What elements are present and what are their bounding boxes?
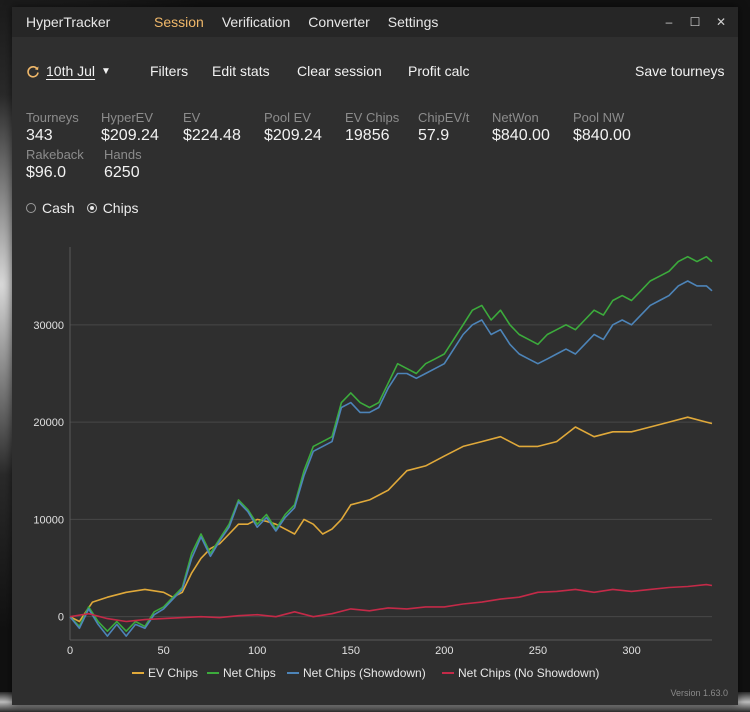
cash-radio-circle[interactable] [26,203,36,213]
nav-converter[interactable]: Converter [308,14,369,30]
app-window: HyperTracker Session Verification Conver… [12,7,738,705]
nav-verification[interactable]: Verification [222,14,290,30]
legend-label: Net Chips (Showdown) [303,666,426,680]
x-tick-label: 50 [157,645,169,657]
chevron-down-icon[interactable]: ▼ [101,66,111,77]
minimize-button[interactable]: – [656,15,682,29]
date-label[interactable]: 10th Jul [46,63,95,79]
stat-rakeback: Rakeback $96.0 [26,147,116,183]
chips-radio[interactable]: Chips [86,200,139,216]
y-tick-label: 10000 [33,514,64,526]
x-tick-label: 150 [342,645,360,657]
x-tick-label: 100 [248,645,266,657]
legend-label: Net Chips (No Showdown) [458,666,599,680]
x-tick-label: 300 [622,645,640,657]
stat-label: Pool EV [264,110,311,125]
nav-settings[interactable]: Settings [388,14,439,30]
toolbar: 10th Jul ▼ Filters Edit stats Clear sess… [12,57,738,85]
mode-selector: Cash Chips [26,200,150,216]
stat-pool-nw: Pool NW $840.00 [573,110,663,146]
filters-button[interactable]: Filters [150,63,188,79]
x-tick-label: 200 [435,645,453,657]
version-label: Version 1.63.0 [670,688,728,698]
stat-value: $224.48 [183,127,241,144]
cash-radio[interactable]: Cash [26,200,75,216]
stat-hands: Hands 6250 [104,147,194,183]
stat-value: $209.24 [101,127,159,144]
cash-radio-label[interactable]: Cash [42,200,75,216]
y-tick-label: 0 [58,612,64,624]
stat-label: Pool NW [573,110,625,125]
stat-netwon: NetWon $840.00 [492,110,582,146]
series-line-1 [69,255,713,632]
stat-label: NetWon [492,110,539,125]
stat-value: $840.00 [492,127,550,144]
legend-label: Net Chips [223,666,276,680]
x-tick-label: 250 [529,645,547,657]
close-button[interactable]: ✕ [708,15,734,29]
series-line-2 [69,280,713,637]
maximize-button[interactable]: ☐ [682,15,708,29]
chips-chart: 0 10000 20000 30000 0 50 100 150 200 250 300 EV Chi… [33,247,713,680]
save-tourneys-button[interactable]: Save tourneys [635,63,725,79]
stat-label: HyperEV [101,110,154,125]
stat-value: 6250 [104,164,140,181]
stat-value: $209.24 [264,127,322,144]
stat-label: EV [183,110,201,125]
stat-label: Hands [104,147,142,162]
y-tick-label: 30000 [33,320,64,332]
edit-stats-button[interactable]: Edit stats [212,63,270,79]
legend-label: EV Chips [148,666,198,680]
chips-radio-label[interactable]: Chips [103,200,139,216]
title-bar: HyperTracker Session Verification Conver… [12,7,738,37]
stat-label: Rakeback [26,147,84,162]
stat-pool-ev: Pool EV $209.24 [264,110,354,146]
x-tick-label: 0 [67,645,73,657]
nav-session[interactable]: Session [154,14,204,30]
refresh-icon[interactable] [26,64,40,78]
app-title: HyperTracker [26,14,111,30]
stat-hyperev: HyperEV $209.24 [101,110,191,146]
stat-ev: EV $224.48 [183,110,273,146]
profit-calc-button[interactable]: Profit calc [408,63,469,79]
window-controls: – ☐ ✕ [656,7,734,37]
date-picker[interactable]: 10th Jul ▼ [26,63,111,79]
stat-value: $96.0 [26,164,67,181]
chips-radio-circle[interactable] [86,203,97,213]
clear-session-button[interactable]: Clear session [297,63,382,79]
y-tick-label: 20000 [33,417,64,429]
stat-value: $840.00 [573,127,631,144]
